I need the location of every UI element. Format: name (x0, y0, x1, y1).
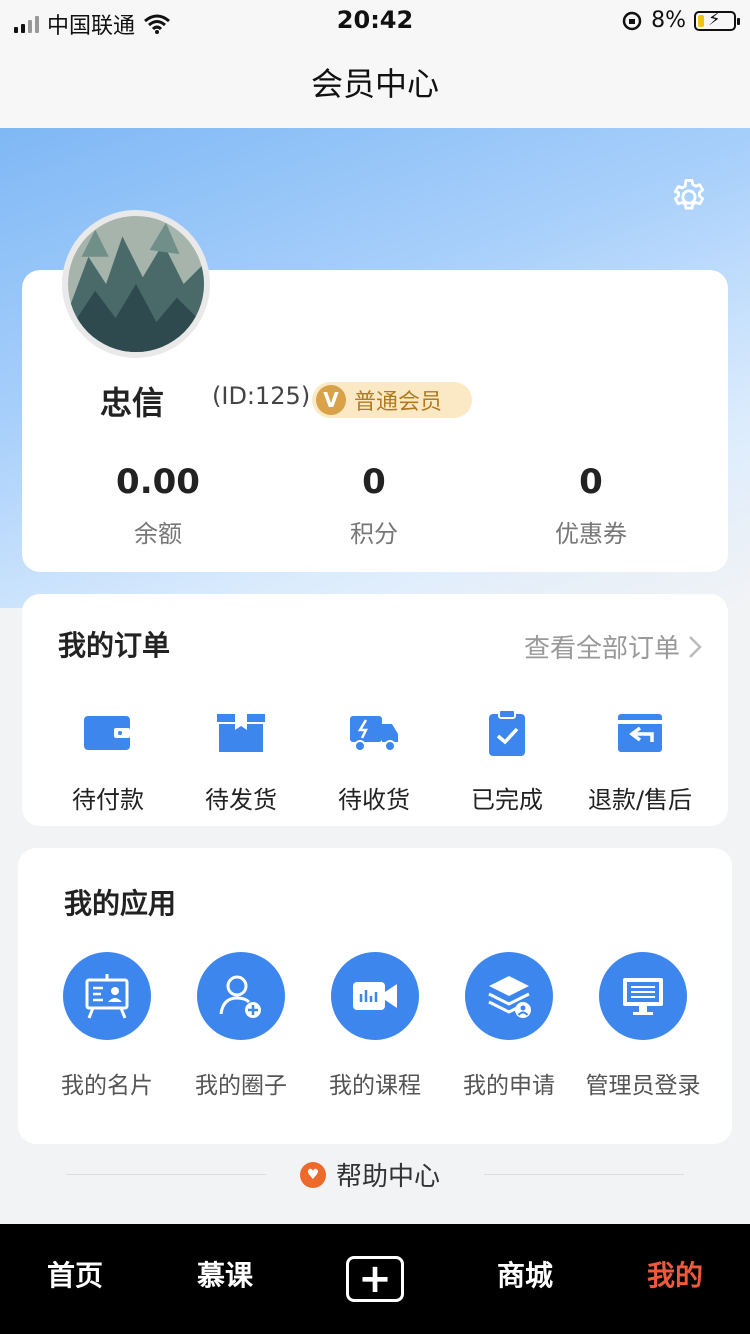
business-card-icon (85, 974, 129, 1019)
order-pending-receipt[interactable]: 待收货 (308, 706, 440, 815)
app-my-circle[interactable]: 我的圈子 (174, 952, 308, 1100)
app-label: 我的申请 (463, 1073, 555, 1099)
help-center-link[interactable]: ♥ 帮助中心 (300, 1156, 440, 1193)
tab-home[interactable]: 首页 (0, 1254, 150, 1294)
wallet-icon (84, 716, 130, 750)
stat-value: 0.00 (116, 462, 200, 502)
layers-user-icon (488, 976, 531, 1018)
truck-icon (350, 716, 398, 752)
orders-card: 我的订单 查看全部订单 待付款 待发货 待收货 已完成 退款/售后 (22, 594, 728, 826)
gear-icon[interactable] (668, 176, 710, 218)
app-admin-login[interactable]: 管理员登录 (576, 952, 710, 1100)
return-icon (618, 714, 662, 752)
chevron-right-icon (689, 635, 702, 658)
app-icon-circle (599, 952, 687, 1040)
clipboard-check-icon (489, 709, 525, 756)
stat-value: 0 (362, 462, 386, 502)
user-add-icon (219, 975, 261, 1018)
avatar-image (68, 216, 204, 352)
vip-icon: V (316, 385, 346, 415)
add-button[interactable]: + (346, 1256, 404, 1302)
avatar[interactable] (62, 210, 210, 358)
divider (66, 1174, 266, 1175)
app-my-applications[interactable]: 我的申请 (442, 952, 576, 1100)
user-id: (ID:125) (212, 382, 311, 410)
monitor-icon (623, 978, 663, 1015)
view-all-label: 查看全部订单 (523, 634, 680, 664)
order-label: 待收货 (338, 786, 410, 814)
stat-points[interactable]: 0 积分 (264, 460, 484, 549)
member-level: 普通会员 (354, 390, 443, 415)
stat-value: 0 (579, 462, 603, 502)
app-label: 我的圈子 (195, 1073, 287, 1099)
app-my-courses[interactable]: 我的课程 (308, 952, 442, 1100)
app-label: 我的名片 (61, 1073, 153, 1099)
help-center-label: 帮助中心 (336, 1162, 441, 1192)
help-center-row: ♥ 帮助中心 (0, 1150, 750, 1198)
stat-label: 优惠券 (555, 520, 627, 548)
battery-percent: 8% (651, 8, 686, 33)
app-icon-circle (197, 952, 285, 1040)
apps-title: 我的应用 (64, 887, 177, 920)
box-icon (217, 714, 265, 752)
app-label: 管理员登录 (585, 1073, 701, 1099)
order-refund[interactable]: 退款/售后 (574, 706, 706, 815)
tab-mall[interactable]: 商城 (450, 1254, 600, 1294)
divider (484, 1174, 684, 1175)
tab-bar: 首页 慕课 + 商城 我的 (0, 1224, 750, 1334)
order-pending-shipment[interactable]: 待发货 (175, 706, 307, 815)
order-completed[interactable]: 已完成 (441, 706, 573, 815)
app-icon-circle (63, 952, 151, 1040)
stat-label: 余额 (134, 520, 182, 548)
rotation-lock-icon (622, 11, 642, 30)
order-label: 待发货 (205, 786, 277, 814)
stat-balance[interactable]: 0.00 余额 (48, 460, 268, 549)
app-icon-circle (331, 952, 419, 1040)
app-business-card[interactable]: 我的名片 (40, 952, 174, 1100)
stat-label: 积分 (350, 520, 398, 548)
user-name: 忠信 (100, 384, 165, 422)
view-all-orders-link[interactable]: 查看全部订单 (524, 628, 702, 665)
app-label: 我的课程 (329, 1073, 421, 1099)
order-pending-payment[interactable]: 待付款 (42, 706, 174, 815)
app-icon-circle (465, 952, 553, 1040)
member-badge[interactable]: V 普通会员 (312, 382, 472, 418)
heart-icon: ♥ (300, 1161, 326, 1188)
tab-mine[interactable]: 我的 (600, 1254, 750, 1294)
battery-icon: ⚡ (694, 9, 740, 31)
status-right: 8% ⚡ (621, 8, 740, 33)
page-title: 会员中心 (310, 65, 439, 103)
video-course-icon (353, 982, 397, 1010)
order-label: 退款/售后 (587, 786, 693, 814)
plus-icon: + (358, 1256, 392, 1302)
tab-mooc[interactable]: 慕课 (150, 1254, 300, 1294)
order-label: 待付款 (72, 786, 144, 814)
nav-bar: 会员中心 (0, 42, 750, 128)
status-bar: 中国联通 20:42 8% ⚡ (0, 0, 750, 42)
stat-coupons[interactable]: 0 优惠券 (481, 460, 701, 549)
orders-title: 我的订单 (58, 629, 171, 662)
apps-card: 我的应用 我的名片 我的圈子 我的课程 我的申请 管理员登录 (18, 848, 732, 1144)
order-label: 已完成 (471, 786, 543, 814)
